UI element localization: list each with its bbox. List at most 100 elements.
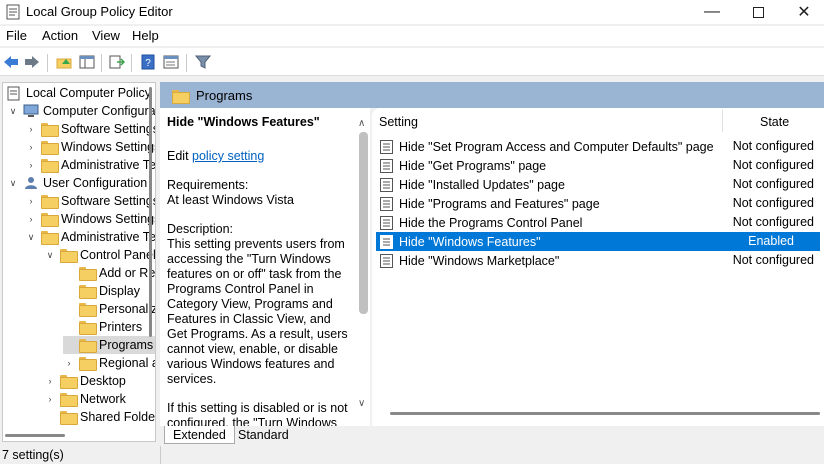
chevron-down-icon[interactable]: ∨ (44, 250, 56, 261)
menu-view[interactable]: View (92, 28, 120, 43)
tree-item-user-configuration[interactable]: ∨ User Configuration (7, 174, 148, 192)
tree-item-user-software-settings[interactable]: › Software Settings (25, 192, 155, 210)
tree-item-display[interactable]: Display (63, 282, 140, 300)
tree-item-user-administrative-templates[interactable]: ∨ Administrative Templates (25, 228, 155, 246)
menu-bar: File Action View Help (0, 26, 824, 46)
user-icon (25, 177, 37, 189)
setting-row[interactable]: Hide "Set Program Access and Computer De… (376, 137, 820, 156)
scroll-up-icon[interactable]: ∧ (358, 118, 365, 129)
tree-item-label: Computer Configuration (43, 104, 156, 118)
tree-item-control-panel[interactable]: ∨ Control Panel (44, 246, 156, 264)
tree-item-label: User Configuration (43, 176, 148, 190)
folder-icon (60, 393, 78, 407)
forward-button[interactable] (22, 52, 42, 72)
tree-item-windows-settings[interactable]: › Windows Settings (25, 138, 155, 156)
setting-row[interactable]: Hide "Get Programs" page Not configured (376, 156, 820, 175)
tree-item-label: Shared Folders (80, 410, 156, 424)
close-button[interactable]: ✕ (782, 0, 824, 24)
computer-icon (23, 104, 39, 117)
tree-item-shared-folders[interactable]: Shared Folders (44, 408, 156, 426)
back-button[interactable] (1, 52, 21, 72)
chevron-right-icon[interactable]: › (25, 142, 37, 152)
list-horizontal-scrollbar[interactable] (390, 412, 820, 415)
menu-action[interactable]: Action (42, 28, 78, 43)
properties-button[interactable] (161, 52, 181, 72)
chevron-right-icon[interactable]: › (44, 394, 56, 404)
column-header-setting[interactable]: Setting (379, 115, 418, 129)
chevron-right-icon[interactable]: › (25, 160, 37, 170)
tree-item-label: Control Panel (80, 248, 156, 262)
tree-item-administrative-templates[interactable]: › Administrative Templates (25, 156, 155, 174)
chevron-right-icon[interactable]: › (63, 358, 75, 368)
svg-text:?: ? (145, 58, 151, 69)
toolbar: ? (0, 48, 824, 76)
tree-scroll-thumb[interactable] (149, 87, 152, 337)
tree-item-software-settings[interactable]: › Software Settings (25, 120, 155, 138)
setting-state: Not configured (732, 196, 814, 210)
menu-file[interactable]: File (6, 28, 27, 43)
scroll-down-icon[interactable]: ∨ (358, 398, 365, 409)
back-arrow-icon (4, 56, 18, 68)
up-one-level-button[interactable] (54, 52, 74, 72)
chevron-right-icon[interactable]: › (25, 214, 37, 224)
minimize-button[interactable]: — (690, 0, 734, 24)
setting-row[interactable]: Hide "Installed Updates" page Not configu… (376, 175, 820, 194)
policy-setting-icon (380, 177, 393, 192)
column-header-state[interactable]: State (760, 115, 789, 129)
maximize-button[interactable] (736, 0, 780, 24)
folder-icon (60, 249, 78, 263)
window-title: Local Group Policy Editor (26, 4, 173, 19)
description-scrollbar[interactable]: ∧ ∨ (356, 108, 370, 426)
chevron-right-icon[interactable]: › (44, 376, 56, 386)
column-divider[interactable] (722, 110, 723, 132)
requirements-value: At least Windows Vista (167, 193, 294, 207)
folder-icon (79, 303, 97, 317)
properties-icon (163, 55, 179, 69)
tab-extended[interactable]: Extended (164, 426, 235, 444)
chevron-down-icon[interactable]: ∨ (7, 178, 19, 189)
tree-item-desktop[interactable]: › Desktop (44, 372, 126, 390)
show-hide-tree-icon (79, 55, 95, 69)
setting-state: Not configured (732, 158, 814, 172)
setting-row[interactable]: Hide "Windows Features" Enabled (376, 232, 820, 251)
close-icon: ✕ (797, 4, 811, 21)
chevron-down-icon[interactable]: ∨ (25, 232, 37, 243)
tree-item-label: Printers (99, 320, 143, 334)
chevron-right-icon[interactable]: › (25, 196, 37, 206)
chevron-down-icon[interactable]: ∨ (7, 106, 19, 117)
policy-document-icon (7, 86, 20, 100)
tree-root-label: Local Computer Policy (26, 86, 152, 100)
description-scroll-thumb[interactable] (359, 132, 368, 314)
tab-standard[interactable]: Standard (230, 426, 297, 444)
tree-horizontal-scrollbar[interactable] (5, 434, 65, 437)
tree-item-computer-configuration[interactable]: ∨ Computer Configuration (7, 102, 156, 120)
setting-row[interactable]: Hide "Windows Marketplace" Not configured (376, 251, 820, 270)
tree-item-regional-and-language-options[interactable]: › Regional and Language Options (63, 354, 155, 372)
menu-help[interactable]: Help (132, 28, 159, 43)
tree-item-network[interactable]: › Network (44, 390, 126, 408)
export-list-button[interactable] (107, 52, 127, 72)
tree-item-programs[interactable]: Programs (63, 336, 155, 354)
description-label: Description: (167, 222, 233, 236)
tree-vertical-scrollbar[interactable] (147, 83, 155, 415)
help-button[interactable]: ? (138, 52, 158, 72)
policy-title: Hide "Windows Features" (167, 115, 320, 129)
folder-icon (41, 213, 59, 227)
edit-policy-setting-link[interactable]: policy setting (192, 149, 264, 163)
setting-state: Not configured (732, 139, 814, 153)
chevron-right-icon[interactable]: › (25, 124, 37, 134)
tree-root[interactable]: Local Computer Policy (7, 84, 151, 102)
show-hide-tree-button[interactable] (77, 52, 97, 72)
tree-item-user-windows-settings[interactable]: › Windows Settings (25, 210, 155, 228)
filter-button[interactable] (193, 52, 213, 72)
setting-state: Not configured (732, 215, 814, 229)
forward-arrow-icon (25, 56, 39, 68)
policy-setting-icon (380, 215, 393, 230)
setting-row[interactable]: Hide "Programs and Features" page Not con… (376, 194, 820, 213)
setting-row[interactable]: Hide the Programs Control Panel Not confi… (376, 213, 820, 232)
tree-item-add-or-remove-programs[interactable]: Add or Remove Programs (63, 264, 155, 282)
maximize-icon (752, 6, 764, 18)
tree-item-personalization[interactable]: Personalization (63, 300, 155, 318)
tree-item-printers[interactable]: Printers (63, 318, 142, 336)
edit-prefix: Edit (167, 149, 189, 163)
